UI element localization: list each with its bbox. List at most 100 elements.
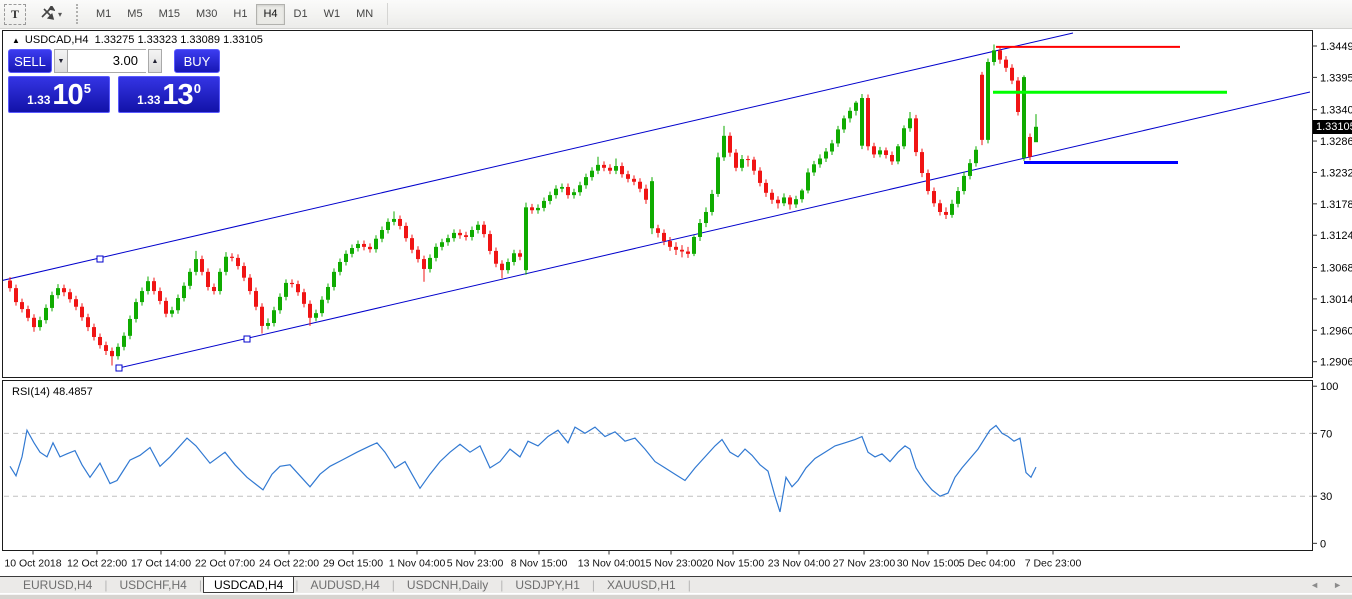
chart-tab-usdcnh[interactable]: USDCNH,Daily <box>396 577 499 593</box>
timeframe-button-m1[interactable]: M1 <box>89 4 118 25</box>
candle-body <box>206 272 210 287</box>
candle-body <box>644 189 648 200</box>
channel-handle[interactable] <box>244 336 250 342</box>
candle-body <box>470 230 474 237</box>
chart-tabs: EURUSD,H4|USDCHF,H4|USDCAD,H4|AUDUSD,H4|… <box>12 577 692 593</box>
candle-body <box>962 176 966 191</box>
candle-body <box>44 308 48 320</box>
candle-body <box>488 234 492 251</box>
candle-body <box>104 345 108 351</box>
time-axis-label: 7 Dec 23:00 <box>1025 558 1082 570</box>
candle-body <box>674 247 678 250</box>
candle-body <box>710 194 714 212</box>
price-axis-label: 1.31240 <box>1320 230 1352 242</box>
candle-body <box>848 111 852 119</box>
candle-body <box>446 238 450 242</box>
chart-tab-audusd[interactable]: AUDUSD,H4 <box>299 577 390 593</box>
rsi-axis-label: 70 <box>1320 428 1332 440</box>
channel-handle[interactable] <box>97 256 103 262</box>
candle-body <box>872 146 876 154</box>
candle-body <box>308 304 312 318</box>
candle-body <box>302 292 306 304</box>
candle-body <box>530 207 534 210</box>
diagonal-arrows-icon <box>39 6 55 23</box>
candle-body <box>374 239 378 249</box>
chart-tab-eurusd[interactable]: EURUSD,H4 <box>12 577 103 593</box>
time-axis-label: 10 Oct 2018 <box>4 558 61 570</box>
chart-tab-usdcad[interactable]: USDCAD,H4 <box>203 576 294 593</box>
cursor-tool-button[interactable]: ▾ <box>33 4 68 25</box>
rsi-axis-label: 0 <box>1320 538 1326 550</box>
sell-button[interactable]: SELL <box>8 49 52 73</box>
price-axis-label: 1.33955 <box>1320 72 1352 84</box>
timeframe-button-h1[interactable]: H1 <box>226 4 254 25</box>
timeframe-button-mn[interactable]: MN <box>349 4 380 25</box>
time-axis-label: 17 Oct 14:00 <box>131 558 191 570</box>
chart-tab-bar: EURUSD,H4|USDCHF,H4|USDCAD,H4|AUDUSD,H4|… <box>0 576 1352 593</box>
timeframe-button-w1[interactable]: W1 <box>317 4 348 25</box>
sell-price-big-digits: 10 <box>52 81 82 110</box>
candle-body <box>416 250 420 259</box>
candle-body <box>500 264 504 270</box>
candle-body <box>80 307 84 317</box>
chart-tab-usdchf[interactable]: USDCHF,H4 <box>108 577 197 593</box>
volume-input[interactable]: 3.00 <box>68 49 146 73</box>
timeframe-button-m30[interactable]: M30 <box>189 4 224 25</box>
candle-body <box>380 230 384 239</box>
tabs-scroll-right-icon[interactable]: ► <box>1333 580 1342 590</box>
candle-body <box>884 150 888 155</box>
candle-body <box>338 262 342 272</box>
candle-body <box>626 174 630 179</box>
timeframe-button-m5[interactable]: M5 <box>120 4 149 25</box>
candle-body <box>158 291 162 301</box>
candle-body <box>368 247 372 249</box>
candle-body <box>662 233 666 241</box>
candle-body <box>314 313 318 318</box>
candle-body <box>32 318 36 327</box>
rsi-panel[interactable] <box>3 381 1313 551</box>
candle-body <box>452 233 456 238</box>
buy-price-button[interactable]: 1.33 13 0 <box>118 76 220 113</box>
candle-body <box>812 164 816 172</box>
sell-price-button[interactable]: 1.33 10 5 <box>8 76 110 113</box>
chart-tab-xauusd[interactable]: XAUUSD,H1 <box>596 577 687 593</box>
candle-body <box>386 222 390 230</box>
timeframe-button-h4[interactable]: H4 <box>256 4 284 25</box>
sell-price-prefix: 1.33 <box>27 93 50 107</box>
volume-decrease-button[interactable]: ▼ <box>54 49 68 73</box>
chart-tab-usdjpy[interactable]: USDJPY,H1 <box>504 577 590 593</box>
candle-body <box>836 129 840 143</box>
toolbar-grip[interactable] <box>76 4 83 24</box>
time-axis-label: 5 Nov 23:00 <box>447 558 504 570</box>
buy-button[interactable]: BUY <box>174 49 220 73</box>
candle-body <box>266 323 270 326</box>
time-axis-label: 15 Nov 23:00 <box>640 558 703 570</box>
price-axis-label: 1.30145 <box>1320 294 1352 306</box>
candle-body <box>896 146 900 161</box>
symbol-timeframe-label: USDCAD,H4 <box>25 34 89 46</box>
status-strip <box>0 594 1352 599</box>
candle-body <box>854 103 858 111</box>
candle-body <box>584 177 588 185</box>
candle-body <box>260 307 264 326</box>
volume-increase-button[interactable]: ▲ <box>148 49 162 73</box>
candle-body <box>788 197 792 204</box>
candle-body <box>578 185 582 192</box>
candle-body <box>554 189 558 195</box>
candle-body <box>50 295 54 308</box>
candle-body <box>524 207 528 270</box>
tabs-scroll-left-icon[interactable]: ◄ <box>1310 580 1319 590</box>
timeframe-button-m15[interactable]: M15 <box>152 4 187 25</box>
candle-body <box>320 300 324 313</box>
timeframe-button-d1[interactable]: D1 <box>287 4 315 25</box>
collapse-arrow-icon[interactable]: ▲ <box>12 36 20 45</box>
candle-body <box>278 297 282 310</box>
chart-ohlc-title: ▲USDCAD,H4 1.33275 1.33323 1.33089 1.331… <box>12 34 263 46</box>
price-axis-label: 1.30685 <box>1320 263 1352 275</box>
text-tool-button[interactable]: T <box>4 4 26 25</box>
candle-body <box>974 150 978 163</box>
candle-body <box>284 283 288 297</box>
candle-body <box>680 250 684 252</box>
channel-handle[interactable] <box>116 365 122 371</box>
candle-body <box>122 336 126 347</box>
